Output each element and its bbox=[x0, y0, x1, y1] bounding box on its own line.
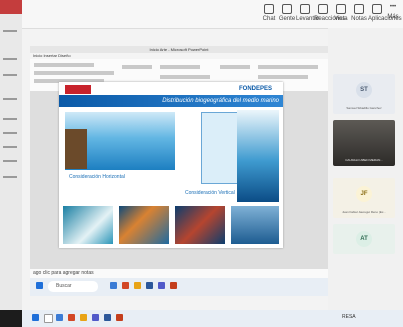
vertical-zones-box bbox=[201, 112, 239, 184]
ribbon-row bbox=[34, 71, 114, 75]
raise-hand-button[interactable]: Levantar bbox=[296, 4, 319, 22]
ribbon-row bbox=[220, 65, 250, 69]
participant-tile[interactable]: JF Juan Fabiel Jauregui Reno (Ex... bbox=[333, 178, 395, 218]
ocean-photo bbox=[231, 206, 279, 244]
slide-title: Distribución biogeográfica del medio mar… bbox=[162, 98, 279, 104]
bg-line bbox=[3, 74, 17, 76]
people-label: Gente bbox=[278, 16, 296, 22]
video-label: CAUDALO ABEN MERAN... bbox=[345, 158, 383, 162]
more-label: Más bbox=[387, 14, 399, 20]
ribbon-row bbox=[160, 65, 200, 69]
people-button[interactable]: Gente bbox=[278, 4, 296, 22]
app-icon[interactable] bbox=[110, 282, 117, 289]
windows-icon[interactable] bbox=[36, 282, 43, 289]
windows-icon[interactable] bbox=[32, 314, 39, 321]
notes-icon bbox=[354, 4, 364, 14]
notes-pane[interactable]: ago clic para agregar notas bbox=[30, 269, 328, 278]
bg-line bbox=[3, 118, 17, 120]
ribbon-row bbox=[160, 75, 210, 79]
app-icon[interactable] bbox=[122, 282, 129, 289]
ribbon-row bbox=[122, 65, 152, 69]
tray-status: RESA bbox=[342, 314, 356, 320]
avatar: JF bbox=[356, 186, 372, 202]
reef-photo bbox=[175, 206, 225, 244]
smile-icon bbox=[318, 4, 328, 14]
grid-icon bbox=[336, 4, 346, 14]
notes-button[interactable]: Notas bbox=[350, 4, 368, 22]
ppt-titlebar: Inicio Arte - Microsoft PowerPoint bbox=[30, 46, 328, 53]
chat-label: Chat bbox=[262, 16, 276, 22]
taskbar: RESA bbox=[22, 310, 403, 327]
background-window-titlebar bbox=[0, 0, 22, 14]
bg-line bbox=[3, 176, 17, 178]
app-icon[interactable] bbox=[116, 314, 123, 321]
participants-panel: ST Samuel Sibadillo Ganchez CAUDALO ABEN… bbox=[328, 28, 403, 327]
slide: FONDEPES Distribución biogeográfica del … bbox=[59, 82, 283, 248]
teams-meeting-window: Chat Gente Levantar Reacciones Vista Not… bbox=[22, 0, 403, 327]
participant-name: Samuel Sibadillo Ganchez bbox=[346, 106, 382, 110]
sea-photo bbox=[63, 206, 113, 244]
more-icon: ••• bbox=[389, 4, 397, 10]
participant-tile[interactable]: ST Samuel Sibadillo Ganchez bbox=[333, 74, 395, 114]
chat-icon bbox=[264, 4, 274, 14]
app-icon[interactable] bbox=[134, 282, 141, 289]
people-icon bbox=[282, 4, 292, 14]
vertical-diagram bbox=[237, 110, 279, 202]
app-icon[interactable] bbox=[146, 282, 153, 289]
shared-taskbar: Buscar bbox=[30, 278, 328, 296]
apps-icon bbox=[372, 4, 382, 14]
participant-name: Juan Fabiel Jauregui Reno (Ex... bbox=[342, 210, 386, 214]
hand-icon bbox=[300, 4, 310, 14]
ribbon-row bbox=[34, 63, 94, 67]
participant-tile[interactable]: AT bbox=[333, 224, 395, 254]
fondepes-logo: FONDEPES bbox=[239, 86, 273, 92]
avatar: ST bbox=[356, 82, 372, 98]
land-shape bbox=[65, 129, 87, 169]
bg-line bbox=[3, 146, 17, 148]
video-tile[interactable]: CAUDALO ABEN MERAN... bbox=[333, 120, 395, 166]
bg-line bbox=[3, 98, 17, 100]
bg-line bbox=[3, 30, 17, 32]
background-window bbox=[0, 0, 23, 310]
avatar: AT bbox=[356, 231, 372, 247]
horizontal-caption: Consideración Horizontal bbox=[69, 174, 125, 180]
app-icon[interactable] bbox=[56, 314, 63, 321]
ribbon-row bbox=[258, 65, 318, 69]
reactions-button[interactable]: Reacciones bbox=[314, 4, 345, 22]
app-icon[interactable] bbox=[80, 314, 87, 321]
peru-logo bbox=[65, 85, 91, 94]
taskbar-search[interactable]: Buscar bbox=[48, 281, 98, 292]
app-icon[interactable] bbox=[170, 282, 177, 289]
app-icon[interactable] bbox=[68, 314, 75, 321]
bg-line bbox=[3, 58, 17, 60]
search-icon[interactable] bbox=[44, 314, 53, 323]
bg-line bbox=[3, 160, 17, 162]
more-button[interactable]: ••• Más bbox=[384, 4, 402, 20]
teams-icon[interactable] bbox=[92, 314, 99, 321]
coral-photo bbox=[119, 206, 169, 244]
meeting-toolbar: Chat Gente Levantar Reacciones Vista Not… bbox=[22, 0, 403, 29]
chat-button[interactable]: Chat bbox=[260, 4, 278, 22]
app-icon[interactable] bbox=[158, 282, 165, 289]
app-icon[interactable] bbox=[104, 314, 111, 321]
ribbon-row bbox=[258, 75, 308, 79]
notes-label: Notas bbox=[351, 16, 367, 22]
bg-line bbox=[3, 132, 17, 134]
view-button[interactable]: Vista bbox=[332, 4, 350, 22]
vertical-caption: Consideración Vertical bbox=[185, 190, 235, 196]
view-label: Vista bbox=[334, 16, 348, 22]
